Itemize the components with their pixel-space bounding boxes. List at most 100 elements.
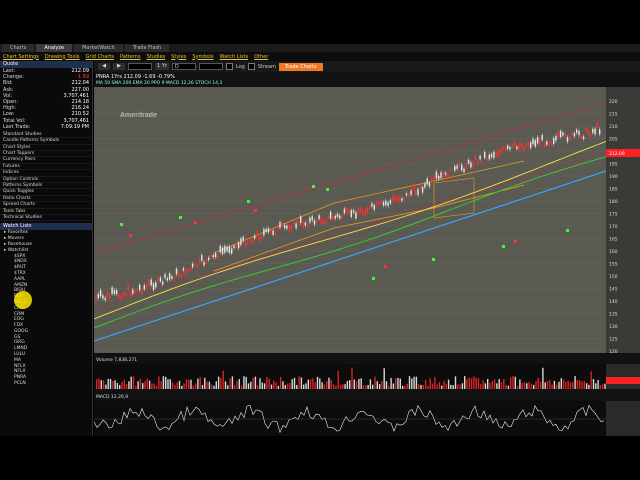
candle-body[interactable] [461,164,463,171]
candle-body[interactable] [477,160,479,165]
candle-body[interactable] [242,236,244,241]
menu-other[interactable]: Other [254,54,268,60]
candle-body[interactable] [166,278,168,281]
candle-body[interactable] [419,184,421,189]
candle-body[interactable] [562,132,564,136]
candle-body[interactable] [162,281,164,285]
candle-body[interactable] [479,155,481,160]
candle-body[interactable] [573,133,576,137]
candle-body[interactable] [109,294,111,299]
menu-symbols[interactable]: Symbols [192,54,213,60]
signal-marker[interactable] [194,221,197,224]
candle-body[interactable] [369,206,371,209]
candle-body[interactable] [472,161,474,169]
candle-body[interactable] [355,212,357,219]
candle-body[interactable] [235,242,237,248]
candle-body[interactable] [339,215,341,219]
candle-body[interactable] [564,132,566,137]
candle-body[interactable] [306,222,309,228]
signal-marker[interactable] [432,258,435,261]
candle-body[interactable] [125,292,127,297]
candle-body[interactable] [341,214,343,219]
signal-marker[interactable] [312,185,315,188]
candle-body[interactable] [378,202,380,206]
candle-body[interactable] [189,268,191,271]
candle-body[interactable] [440,172,442,178]
candle-body[interactable] [398,196,401,203]
candle-body[interactable] [346,207,348,213]
candle-body[interactable] [150,279,152,286]
signal-marker[interactable] [566,229,569,232]
candle-body[interactable] [325,220,327,224]
candle-body[interactable] [497,149,500,157]
candle-body[interactable] [145,284,148,289]
candle-body[interactable] [438,175,440,180]
candle-body[interactable] [196,265,198,268]
tab-analyze[interactable]: Analyze [36,44,73,52]
candle-body[interactable] [334,215,336,219]
oscillator-panel[interactable] [94,401,606,436]
menu-chart-settings[interactable]: Chart Settings [3,54,39,60]
candle-body[interactable] [415,188,417,195]
candle-body[interactable] [159,277,162,282]
signal-marker[interactable] [247,200,250,203]
candle-body[interactable] [323,219,325,225]
candle-body[interactable] [444,172,447,175]
candle-body[interactable] [364,210,366,216]
candle-body[interactable] [578,131,580,136]
candle-body[interactable] [576,129,578,133]
candle-body[interactable] [318,215,320,220]
candle-body[interactable] [270,230,272,233]
candle-body[interactable] [152,283,155,291]
candle-body[interactable] [596,122,599,129]
candle-body[interactable] [481,161,484,164]
candle-body[interactable] [97,293,99,299]
candle-body[interactable] [336,213,339,218]
candle-body[interactable] [435,171,438,179]
candle-body[interactable] [277,225,279,230]
candle-body[interactable] [534,140,536,147]
candle-body[interactable] [523,145,525,151]
candle-body[interactable] [265,228,267,232]
candle-body[interactable] [311,216,313,221]
candle-body[interactable] [198,258,201,263]
study-item[interactable]: Technical Studies [0,215,92,222]
candle-body[interactable] [132,289,134,294]
candle-body[interactable] [424,183,426,188]
candle-body[interactable] [500,149,502,154]
candle-body[interactable] [532,138,534,145]
candle-body[interactable] [463,168,465,173]
candle-body[interactable] [263,228,265,236]
candle-body[interactable] [295,223,297,229]
quote-header[interactable]: Quote [0,61,92,68]
candle-body[interactable] [178,270,180,278]
signal-marker[interactable] [372,277,375,280]
candle-body[interactable] [392,195,394,201]
back-button[interactable]: ◀ [98,63,110,70]
menu-watch-lists[interactable]: Watch Lists [220,54,249,60]
candle-body[interactable] [571,132,573,135]
candle-body[interactable] [180,274,182,278]
candle-body[interactable] [380,200,382,205]
candle-body[interactable] [594,128,596,135]
candle-body[interactable] [251,239,254,245]
candle-body[interactable] [304,222,306,226]
candle-body[interactable] [343,208,346,214]
candle-body[interactable] [525,144,527,147]
candle-body[interactable] [279,222,281,228]
candle-body[interactable] [350,210,352,218]
candle-body[interactable] [502,146,504,151]
candle-body[interactable] [267,228,270,233]
stream-checkbox[interactable] [247,63,255,70]
candle-body[interactable] [281,221,283,227]
candle-body[interactable] [302,221,304,228]
candle-body[interactable] [454,165,456,171]
candle-body[interactable] [203,261,205,266]
candle-body[interactable] [293,220,295,224]
candle-body[interactable] [106,290,109,297]
candle-body[interactable] [313,220,316,225]
candle-body[interactable] [421,187,424,193]
candle-body[interactable] [428,182,431,187]
candle-body[interactable] [375,201,378,206]
candle-body[interactable] [217,255,219,260]
